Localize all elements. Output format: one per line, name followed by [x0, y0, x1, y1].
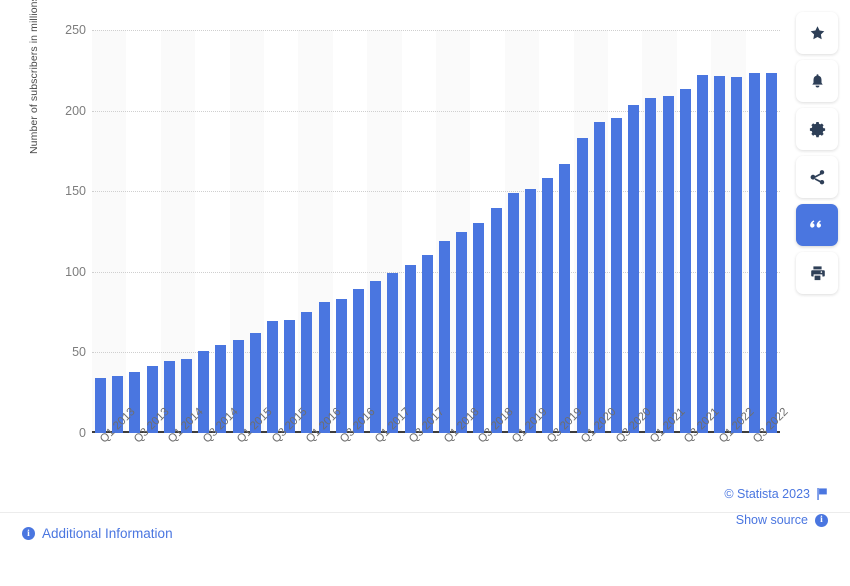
print-icon — [810, 265, 825, 280]
info-icon: i — [22, 527, 35, 540]
bar[interactable] — [525, 188, 537, 433]
bar[interactable] — [731, 77, 743, 433]
cite-button[interactable] — [796, 204, 838, 246]
bar[interactable] — [765, 73, 777, 433]
bar[interactable] — [559, 163, 571, 433]
bar[interactable] — [456, 232, 468, 433]
gear-icon — [809, 121, 825, 137]
gridline — [92, 352, 780, 354]
bar[interactable] — [198, 351, 210, 433]
x-axis-tick-labels: Q1 2013 Q3 2013 Q1 2014 Q3 2014 Q1 2015 Q3 20… — [92, 406, 791, 507]
statista-chart-page: Number of subscribers in millions 0 50 100… — [0, 0, 850, 586]
bar[interactable] — [611, 118, 623, 433]
y-tick-label: 100 — [65, 264, 86, 279]
share-button[interactable] — [796, 156, 838, 198]
bar[interactable] — [129, 371, 141, 433]
bar[interactable] — [163, 361, 175, 433]
bar[interactable] — [714, 75, 726, 433]
show-source-label: Show source — [735, 513, 808, 527]
gridline — [92, 110, 780, 112]
y-tick-label: 150 — [65, 184, 86, 199]
bar[interactable] — [473, 222, 485, 433]
bar[interactable] — [748, 73, 760, 433]
bar[interactable] — [576, 138, 588, 433]
plot-background-band — [92, 30, 127, 433]
settings-button[interactable] — [796, 108, 838, 150]
bar[interactable] — [507, 192, 519, 433]
favorite-button[interactable] — [796, 12, 838, 54]
info-icon: i — [815, 513, 828, 527]
bar[interactable] — [628, 104, 640, 433]
notify-button[interactable] — [796, 60, 838, 102]
additional-information-button[interactable]: i Additional Information — [22, 526, 173, 541]
star-icon — [810, 25, 824, 39]
y-axis-tick-labels: 0 50 100 150 200 250 — [48, 0, 86, 512]
y-tick-label: 50 — [72, 345, 86, 360]
x-axis-line — [92, 431, 780, 433]
y-tick-label: 0 — [79, 426, 86, 440]
chart-footer: i Additional Information © Statista 2023… — [0, 487, 850, 586]
share-icon — [810, 169, 824, 184]
bell-icon — [811, 73, 823, 87]
bar[interactable] — [542, 177, 554, 433]
bar[interactable] — [490, 208, 502, 433]
quote-icon — [809, 219, 821, 228]
y-tick-label: 250 — [65, 23, 86, 37]
chart-toolbar — [796, 12, 840, 294]
y-axis-title: Number of subscribers in millions — [28, 0, 40, 154]
y-tick-label: 200 — [65, 103, 86, 118]
bar[interactable] — [439, 241, 451, 433]
bar[interactable] — [95, 377, 107, 433]
bar[interactable] — [679, 88, 691, 433]
gridline — [92, 191, 780, 193]
plot-area — [92, 30, 780, 433]
bar[interactable] — [697, 75, 709, 433]
chart-container: Number of subscribers in millions 0 50 100… — [0, 0, 791, 512]
bar[interactable] — [387, 273, 399, 433]
bar[interactable] — [662, 95, 674, 433]
additional-information-label: Additional Information — [42, 526, 173, 541]
gridline — [92, 30, 780, 31]
copyright-notice: © Statista 2023 — [724, 487, 828, 501]
bar[interactable] — [421, 254, 433, 433]
bar[interactable] — [645, 97, 657, 433]
show-source-button[interactable]: Show source i — [736, 513, 828, 527]
gridline — [92, 271, 780, 273]
copyright-label: © Statista 2023 — [724, 487, 810, 501]
print-button[interactable] — [796, 252, 838, 294]
flag-icon — [817, 488, 827, 500]
bar[interactable] — [593, 121, 605, 433]
